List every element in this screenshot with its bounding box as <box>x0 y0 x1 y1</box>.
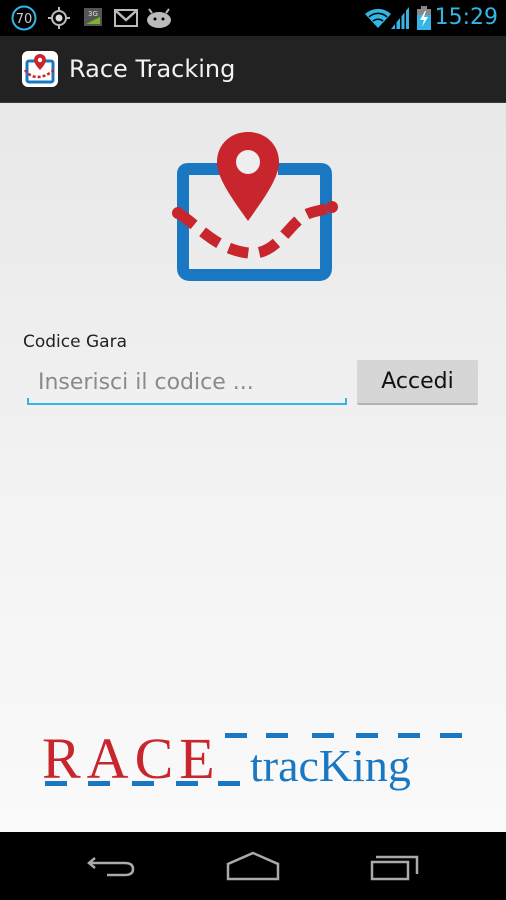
gps-icon <box>47 6 71 35</box>
navigation-bar <box>0 832 506 900</box>
back-arrow-icon <box>87 857 135 877</box>
recent-apps-button[interactable] <box>362 846 442 886</box>
notification-count-text: 70 <box>16 12 33 27</box>
input-underline-left-tick <box>27 398 29 404</box>
status-bar: 70 3G 15:29 <box>0 0 506 36</box>
race-code-input[interactable] <box>28 361 346 403</box>
3g-data-icon: 3G <box>84 8 102 31</box>
race-code-label: Codice Gara <box>23 332 127 352</box>
notification-count-icon: 70 <box>11 5 37 36</box>
map-pin-logo-icon <box>170 129 340 289</box>
input-underline <box>27 403 347 405</box>
action-bar: Race Tracking <box>0 36 506 103</box>
svg-text:3G: 3G <box>88 10 98 18</box>
android-debug-icon <box>146 8 172 33</box>
home-icon <box>226 851 280 881</box>
battery-charging-icon <box>417 6 431 35</box>
gmail-icon <box>114 9 138 32</box>
cell-signal-icon <box>391 7 409 34</box>
brand-word-race: RACE <box>42 726 221 791</box>
app-logo-icon[interactable] <box>22 51 58 87</box>
input-underline-right-tick <box>345 398 347 404</box>
recent-apps-icon <box>370 855 419 881</box>
back-button[interactable] <box>83 846 163 886</box>
race-tracking-brand-logo: RACE tracKing <box>40 723 470 808</box>
login-button[interactable]: Accedi <box>357 360 478 405</box>
wifi-icon <box>364 7 392 34</box>
login-screen: Codice Gara Accedi RACE <box>0 103 506 832</box>
brand-word-tracking: tracKing <box>250 740 411 791</box>
clock: 15:29 <box>434 5 498 30</box>
app-title: Race Tracking <box>69 55 236 83</box>
home-button[interactable] <box>212 846 292 886</box>
